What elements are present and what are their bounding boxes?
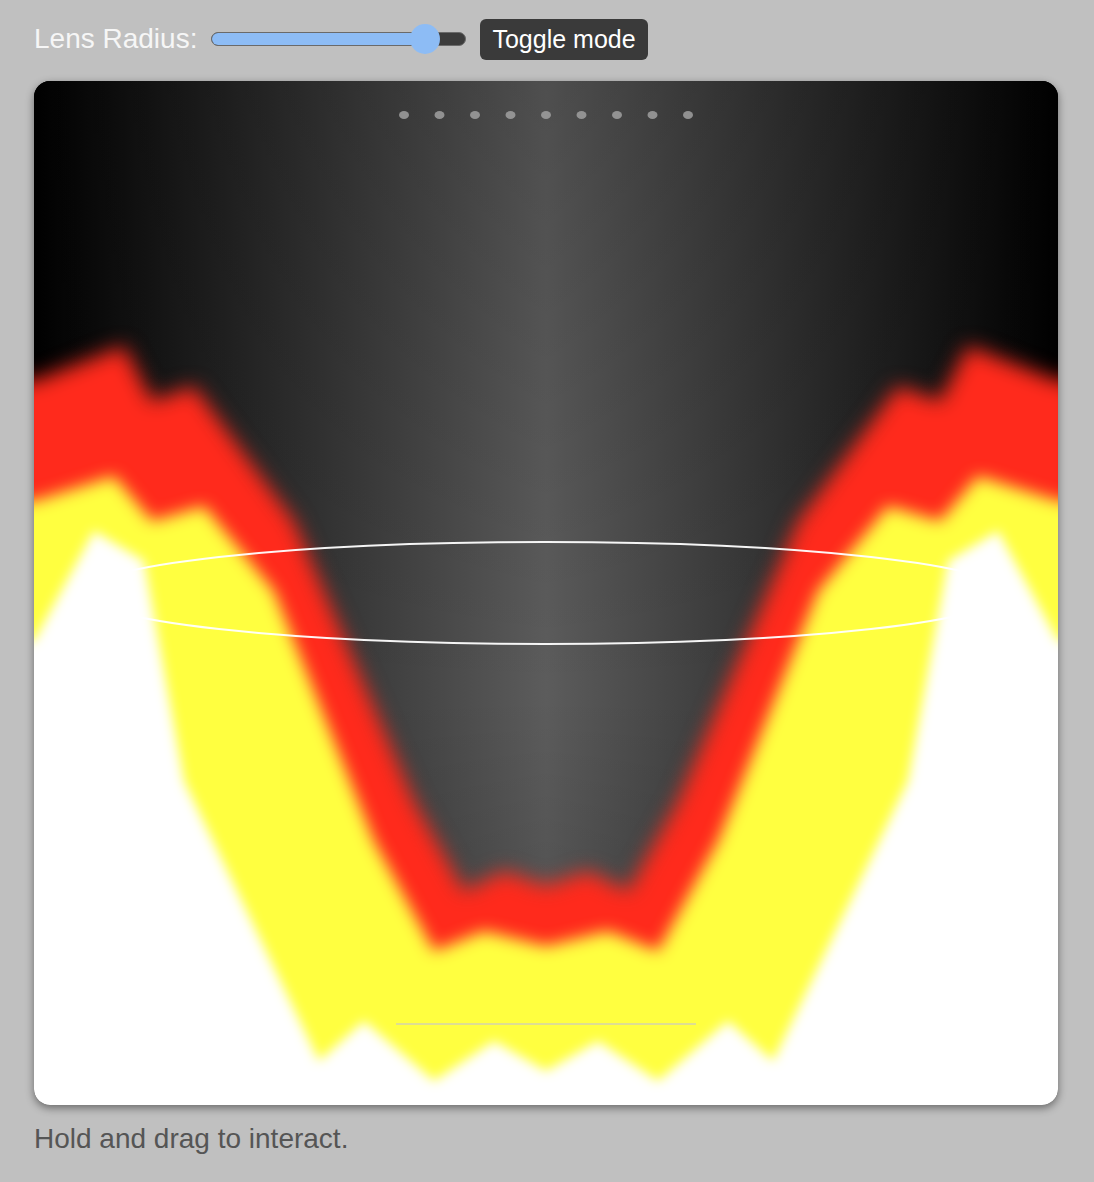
slider-thumb[interactable] xyxy=(410,24,440,54)
simulation-canvas[interactable] xyxy=(34,81,1058,1105)
toggle-mode-button[interactable]: Toggle mode xyxy=(480,19,647,60)
slider-fill xyxy=(212,33,425,45)
lens-radius-slider[interactable] xyxy=(211,32,466,46)
simulation-view[interactable] xyxy=(34,81,1058,1105)
lens-radius-label: Lens Radius: xyxy=(34,23,197,55)
hint-text: Hold and drag to interact. xyxy=(34,1123,1058,1155)
controls-bar: Lens Radius: Toggle mode xyxy=(34,18,1058,60)
